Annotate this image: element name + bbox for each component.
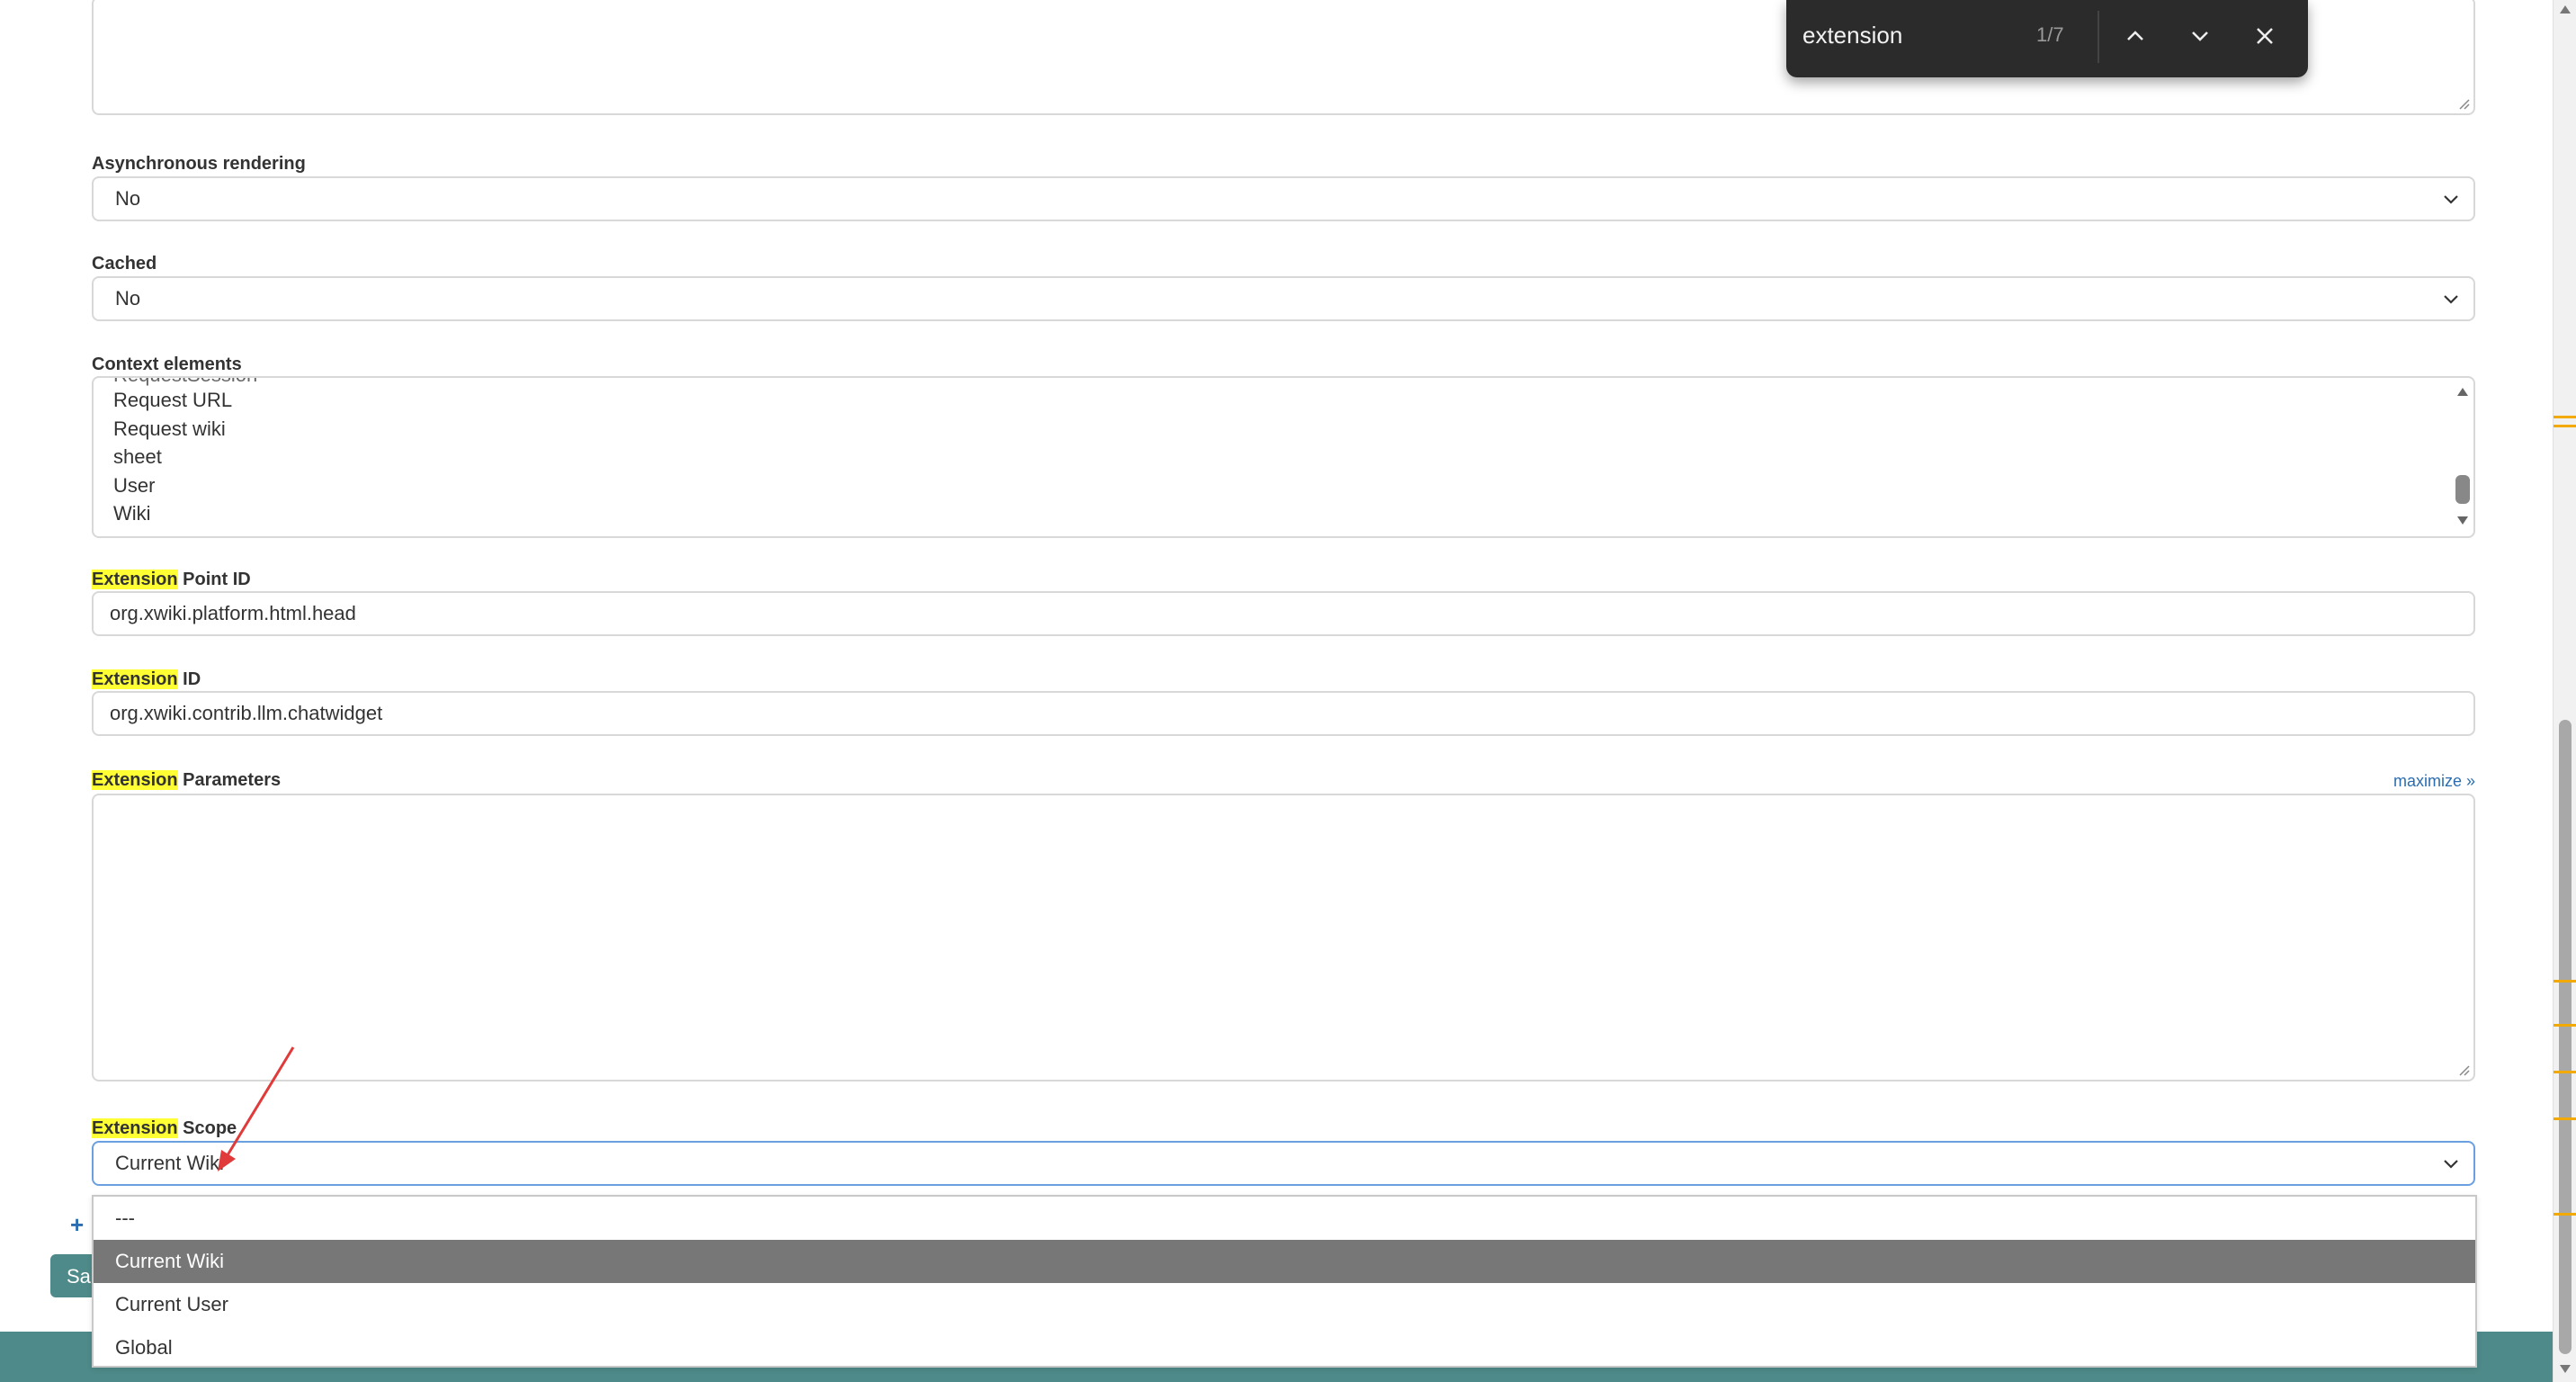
- extension-id-value: org.xwiki.contrib.llm.chatwidget: [110, 702, 383, 724]
- extension-parameters-textarea[interactable]: [92, 794, 2475, 1081]
- find-previous-button[interactable]: [2117, 18, 2153, 54]
- resize-handle-icon[interactable]: [2457, 97, 2470, 110]
- context-elements-listbox[interactable]: RequestSession Request URL Request wiki …: [92, 376, 2475, 538]
- cached-select[interactable]: No: [92, 276, 2475, 321]
- context-item[interactable]: User: [113, 474, 155, 498]
- search-match-marker: [2554, 1071, 2576, 1073]
- find-close-button[interactable]: [2247, 18, 2283, 54]
- maximize-link[interactable]: maximize »: [2393, 772, 2475, 791]
- find-next-button[interactable]: [2182, 18, 2218, 54]
- context-item[interactable]: Wiki: [113, 502, 151, 525]
- find-separator: [2097, 11, 2099, 63]
- extension-point-id-value: org.xwiki.platform.html.head: [110, 602, 356, 624]
- listbox-scrollbar[interactable]: [2452, 378, 2473, 536]
- annotation-arrow-icon: [218, 1046, 295, 1171]
- context-elements-label: Context elements: [92, 354, 242, 374]
- extension-id-label: Extension ID: [92, 669, 201, 689]
- search-match-marker: [2554, 416, 2576, 418]
- context-item[interactable]: Request URL: [113, 389, 232, 412]
- async-rendering-select[interactable]: No: [92, 176, 2475, 221]
- find-input[interactable]: extension: [1802, 22, 1902, 49]
- listbox-scroll-thumb[interactable]: [2455, 475, 2470, 504]
- search-match-marker: [2554, 1117, 2576, 1120]
- cached-value: No: [115, 287, 141, 310]
- scroll-down-icon[interactable]: [2559, 1364, 2572, 1375]
- scope-option[interactable]: ---: [94, 1197, 2475, 1240]
- extension-scope-options[interactable]: --- Current Wiki Current User Global: [92, 1195, 2477, 1368]
- scope-option[interactable]: Global: [94, 1326, 2475, 1369]
- context-item[interactable]: RequestSession: [113, 378, 257, 387]
- context-item[interactable]: sheet: [113, 445, 162, 469]
- search-match-marker: [2554, 1024, 2576, 1027]
- close-icon: [2257, 28, 2273, 44]
- context-item[interactable]: Request wiki: [113, 417, 226, 441]
- find-bar: extension 1/7: [1786, 0, 2308, 77]
- page-scroll-thumb[interactable]: [2559, 720, 2572, 1354]
- find-match-count: 1/7: [2036, 23, 2064, 46]
- async-rendering-label: Asynchronous rendering: [92, 154, 306, 174]
- chevron-up-icon: [2127, 31, 2143, 40]
- scroll-down-icon[interactable]: [2455, 515, 2470, 527]
- scope-option-selected[interactable]: Current Wiki: [94, 1240, 2475, 1283]
- add-icon[interactable]: +: [70, 1211, 84, 1239]
- scope-option[interactable]: Current User: [94, 1283, 2475, 1326]
- chevron-down-icon: [2444, 1160, 2458, 1169]
- chevron-down-icon: [2192, 31, 2208, 41]
- extension-point-id-input[interactable]: org.xwiki.platform.html.head: [92, 591, 2475, 636]
- chevron-down-icon: [2444, 195, 2458, 204]
- search-match-marker: [2554, 980, 2576, 983]
- scroll-up-icon[interactable]: [2559, 4, 2572, 14]
- extension-scope-select[interactable]: Current Wiki: [92, 1141, 2475, 1186]
- extension-point-id-label: Extension Point ID: [92, 570, 251, 589]
- scroll-up-icon[interactable]: [2455, 385, 2470, 398]
- extension-id-input[interactable]: org.xwiki.contrib.llm.chatwidget: [92, 691, 2475, 736]
- page-scrollbar[interactable]: [2553, 0, 2576, 1382]
- search-match-marker: [2554, 425, 2576, 427]
- chevron-down-icon: [2444, 295, 2458, 304]
- extension-parameters-label: Extension Parameters: [92, 770, 282, 790]
- resize-handle-icon[interactable]: [2457, 1063, 2470, 1076]
- async-rendering-value: No: [115, 187, 141, 210]
- search-match-marker: [2554, 1213, 2576, 1216]
- cached-label: Cached: [92, 254, 157, 274]
